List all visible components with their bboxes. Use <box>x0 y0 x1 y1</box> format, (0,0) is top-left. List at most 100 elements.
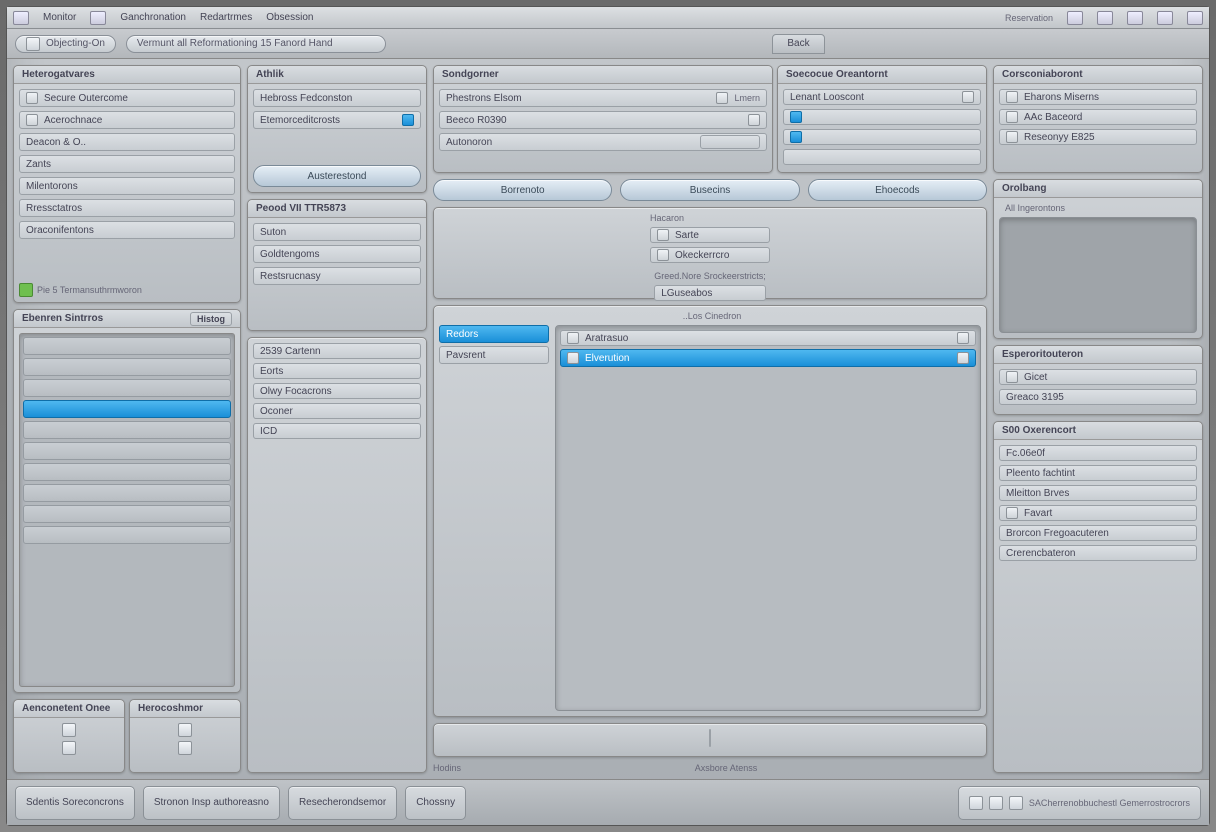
rbox-r1[interactable]: Pleento fachtint <box>999 465 1197 481</box>
lt-row-6[interactable]: Oraconifentons <box>19 221 235 239</box>
history-slot-selected[interactable] <box>23 400 231 418</box>
c2top-row-1[interactable]: Etemorceditcrosts <box>253 111 421 129</box>
breadcrumb-pill[interactable]: Objecting-On <box>15 35 116 53</box>
c2mid-row-2[interactable]: Restsrucnasy <box>253 267 421 285</box>
task-tray[interactable]: SACherrenobbuchestl Gemerrostrocrors <box>958 786 1201 820</box>
path-pill[interactable]: Vermunt all Reformationing 15 Fanord Han… <box>126 35 386 53</box>
clist-row-0[interactable]: Aratrasuo <box>560 330 976 346</box>
bullet-icon <box>1006 507 1018 519</box>
back-tab-label: Back <box>787 38 809 49</box>
lt-row-1[interactable]: Acerochnace <box>19 111 235 129</box>
r2-row-3[interactable] <box>783 149 981 165</box>
meta-c1-title: Hacaron <box>650 213 770 223</box>
preview-area <box>999 217 1197 333</box>
center-btn-1[interactable]: Busecins <box>620 179 799 201</box>
task-grp-0[interactable]: Sdentis Soreconcrons <box>15 786 135 820</box>
c2bot-row-4[interactable]: ICD <box>253 423 421 439</box>
lt-footer: Pie 5 Termansuthrmworon <box>37 285 142 295</box>
r2-row-0[interactable]: Lenant Looscont <box>783 89 981 105</box>
tool-icon-e[interactable] <box>1187 11 1203 25</box>
chevron-right-icon <box>957 352 969 364</box>
c2bot-row-3[interactable]: Oconer <box>253 403 421 419</box>
center-btn-2[interactable]: Ehoecods <box>808 179 987 201</box>
device-icon <box>62 741 76 755</box>
meta-c1-r1[interactable]: Okeckerrcro <box>650 247 770 263</box>
ctop-row-2[interactable]: Autonoron <box>439 133 767 151</box>
c2top-action-button[interactable]: Austerestond <box>253 165 421 187</box>
history-slot[interactable] <box>23 526 231 544</box>
history-listbox[interactable] <box>19 333 235 687</box>
history-slot[interactable] <box>23 505 231 523</box>
clist-row-1[interactable]: Elverution <box>560 349 976 367</box>
menu-item-2[interactable]: Redartrmes <box>200 12 252 23</box>
lt-row-3[interactable]: Zants <box>19 155 235 173</box>
tile-icon <box>1006 91 1018 103</box>
rtop-r1[interactable]: AAc Baceord <box>999 109 1197 125</box>
rlow-r0[interactable]: Gicet <box>999 369 1197 385</box>
lt-row-5[interactable]: Rressctatros <box>19 199 235 217</box>
task-grp-3[interactable]: Chossny <box>405 786 466 820</box>
history-slot[interactable] <box>23 358 231 376</box>
menu-item-0[interactable]: Monitor <box>43 12 76 23</box>
c2bot-row-1[interactable]: Eorts <box>253 363 421 379</box>
c2mid-row-1[interactable]: Goldtengoms <box>253 245 421 263</box>
app-icon <box>13 11 29 25</box>
left-top-title: Heterogatvares <box>14 66 240 84</box>
task-grp-2[interactable]: Resecherondsemor <box>288 786 397 820</box>
r2-row-1[interactable] <box>783 109 981 125</box>
history-slot[interactable] <box>23 337 231 355</box>
c2mid-title: Peood VII TTR5873 <box>248 200 426 218</box>
meta-c2-r0[interactable]: LGuseabos <box>654 285 766 301</box>
rbox-r2[interactable]: Mleitton Brves <box>999 485 1197 501</box>
path-label: Vermunt all Reformationing 15 Fanord Han… <box>137 38 333 49</box>
history-slot[interactable] <box>23 442 231 460</box>
menu-item-3[interactable]: Obsession <box>266 12 313 23</box>
tool-icon-a[interactable] <box>1067 11 1083 25</box>
c2top-row-0[interactable]: Hebross Fedconston <box>253 89 421 107</box>
rbox-r4[interactable]: Brorcon Fregoacuteren <box>999 525 1197 541</box>
item-icon <box>567 332 579 344</box>
c2mid-row-0[interactable]: Suton <box>253 223 421 241</box>
footer-slider[interactable] <box>709 729 711 747</box>
mini-slider[interactable] <box>700 135 760 149</box>
ctop-title: Sondgorner <box>434 66 772 84</box>
gear-icon[interactable] <box>962 91 974 103</box>
meta-c1-r0[interactable]: Sarte <box>650 227 770 243</box>
tool-icon-b[interactable] <box>1097 11 1113 25</box>
rbox-r0[interactable]: Fc.06e0f <box>999 445 1197 461</box>
breadcrumb-label: Objecting-On <box>46 38 105 49</box>
ctop-row-0[interactable]: Phestrons ElsomLmern <box>439 89 767 107</box>
cfoot-right: Axsbore Atenss <box>695 763 758 773</box>
clist-tab-0[interactable]: Redors <box>439 325 549 343</box>
c2bot-row-0[interactable]: 2539 Cartenn <box>253 343 421 359</box>
lt-row-0[interactable]: Secure Outercome <box>19 89 235 107</box>
rtop-r2[interactable]: Reseonyy E825 <box>999 129 1197 145</box>
r2-row-2[interactable] <box>783 129 981 145</box>
history-slot[interactable] <box>23 421 231 439</box>
menu-item-1[interactable]: Ganchronation <box>120 12 186 23</box>
globe-icon <box>26 37 40 51</box>
tool-icon-c[interactable] <box>1127 11 1143 25</box>
toggle-on-icon[interactable] <box>402 114 414 126</box>
ctop-row-1[interactable]: Beeco R0390 <box>439 111 767 129</box>
lt-row-4[interactable]: Milentorons <box>19 177 235 195</box>
center-btn-0[interactable]: Borrenoto <box>433 179 612 201</box>
history-slot[interactable] <box>23 484 231 502</box>
rtop-r0[interactable]: Eharons Miserns <box>999 89 1197 105</box>
c2top-title: Athlik <box>248 66 426 84</box>
tray-label: SACherrenobbuchestl Gemerrostrocrors <box>1029 798 1190 808</box>
history-badge[interactable]: Histog <box>190 312 232 326</box>
back-tab[interactable]: Back <box>772 34 824 54</box>
doc-icon <box>26 92 38 104</box>
tile-icon <box>1006 111 1018 123</box>
tool-icon-d[interactable] <box>1157 11 1173 25</box>
history-slot[interactable] <box>23 379 231 397</box>
history-slot[interactable] <box>23 463 231 481</box>
c2bot-row-2[interactable]: Olwy Focacrons <box>253 383 421 399</box>
lt-row-2[interactable]: Deacon & O.. <box>19 133 235 151</box>
rlow-r1[interactable]: Greaco 3195 <box>999 389 1197 405</box>
rbox-r3[interactable]: Favart <box>999 505 1197 521</box>
task-grp-1[interactable]: Stronon Insp authoreasno <box>143 786 280 820</box>
clist-tab-1[interactable]: Pavsrent <box>439 346 549 364</box>
rbox-r5[interactable]: Crerencbateron <box>999 545 1197 561</box>
